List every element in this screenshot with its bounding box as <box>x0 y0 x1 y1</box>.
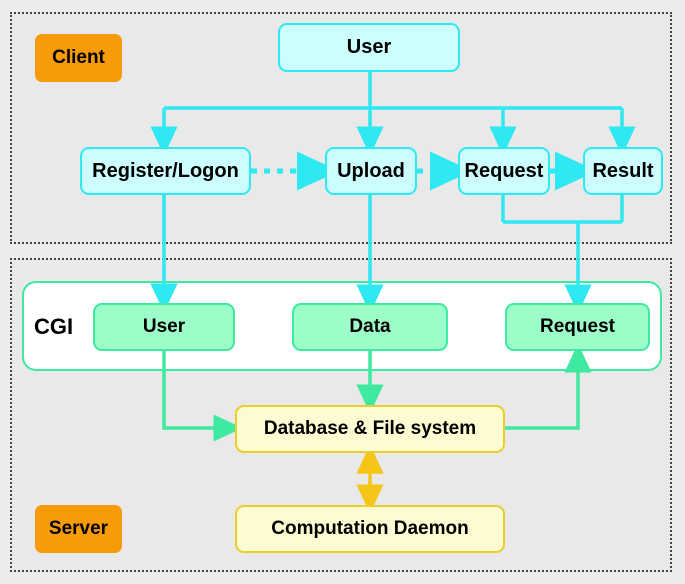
client-region-label: Client <box>35 34 122 82</box>
client-label-text: Client <box>52 47 105 69</box>
node-user-client-label: User <box>346 36 392 58</box>
architecture-diagram: Client Server CGI User Register/Logon Up… <box>0 0 685 584</box>
node-computation-daemon-label: Computation Daemon <box>271 518 469 540</box>
node-cgi-data[interactable]: Data <box>292 303 448 351</box>
node-request-client-label: Request <box>464 159 544 182</box>
node-result-label: Result <box>592 159 654 182</box>
server-region-label: Server <box>35 505 122 553</box>
node-request-client[interactable]: Request <box>458 147 550 195</box>
cgi-group-label: CGI <box>34 303 90 351</box>
node-cgi-user-label: User <box>142 316 186 338</box>
node-cgi-request-label: Request <box>540 316 615 338</box>
cgi-label-text: CGI <box>34 314 74 339</box>
node-cgi-user[interactable]: User <box>93 303 235 351</box>
node-user-client[interactable]: User <box>278 23 460 72</box>
node-cgi-request[interactable]: Request <box>505 303 650 351</box>
server-label-text: Server <box>48 518 109 540</box>
node-database-label: Database & File system <box>263 418 477 440</box>
node-upload[interactable]: Upload <box>325 147 417 195</box>
node-register-logon-label: Register/Logon <box>92 159 239 182</box>
node-cgi-data-label: Data <box>349 316 391 338</box>
node-upload-label: Upload <box>337 159 405 182</box>
node-database[interactable]: Database & File system <box>235 405 505 453</box>
node-computation-daemon[interactable]: Computation Daemon <box>235 505 505 553</box>
node-result[interactable]: Result <box>583 147 663 195</box>
node-register-logon[interactable]: Register/Logon <box>80 147 251 195</box>
